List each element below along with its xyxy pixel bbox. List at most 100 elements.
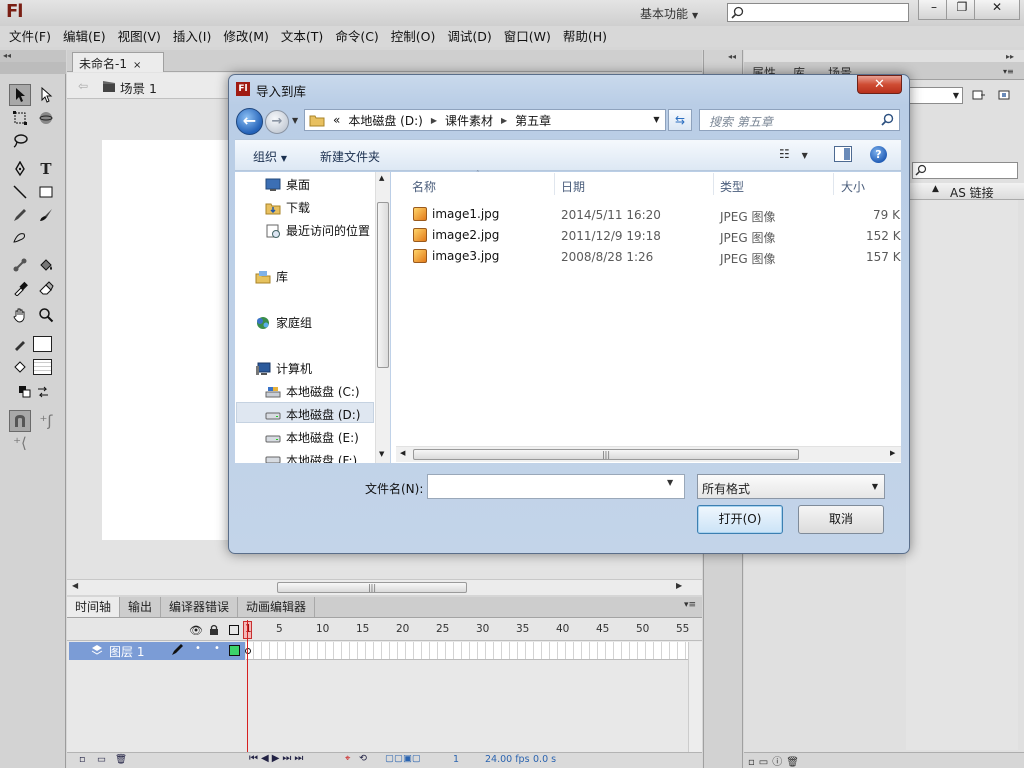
- filename-history-dropdown[interactable]: ▼: [667, 478, 673, 487]
- fill-color-swatch[interactable]: [33, 359, 52, 375]
- menu-control[interactable]: 控制(O): [385, 26, 442, 47]
- pen-tool-icon[interactable]: [9, 158, 31, 180]
- new-folder-icon[interactable]: ▭: [97, 754, 106, 765]
- collapse-panels-icon[interactable]: ◂◂: [728, 52, 736, 61]
- scrollbar-thumb[interactable]: [377, 202, 389, 368]
- brush-tool-icon[interactable]: [35, 204, 57, 226]
- file-row-name[interactable]: image2.jpg: [413, 228, 499, 242]
- paint-bucket-tool-icon[interactable]: [35, 254, 57, 276]
- column-divider[interactable]: [713, 173, 714, 195]
- delete-layer-icon[interactable]: 🗑: [115, 754, 127, 765]
- panel-menu-icon[interactable]: ▾≡: [684, 600, 696, 610]
- library-column-header[interactable]: ▲ AS 链接: [906, 183, 1024, 200]
- refresh-button[interactable]: ⇆: [668, 109, 692, 131]
- file-list-horizontal-scrollbar[interactable]: ◀ ||| ▶: [396, 446, 901, 462]
- text-tool-icon[interactable]: T: [35, 158, 57, 180]
- snap-to-objects-icon[interactable]: [9, 410, 31, 432]
- filename-input[interactable]: [427, 474, 685, 499]
- breadcrumb-separator-icon[interactable]: ▶: [431, 116, 437, 125]
- stroke-color-swatch[interactable]: [33, 336, 52, 352]
- open-button[interactable]: 打开(O): [697, 505, 783, 534]
- hand-tool-icon[interactable]: [9, 304, 31, 326]
- eraser-tool-icon[interactable]: [35, 277, 57, 299]
- nav-item-drive-f[interactable]: 本地磁盘 (F:): [265, 452, 357, 463]
- nav-item-drive-d[interactable]: 本地磁盘 (D:): [265, 406, 360, 423]
- menu-debug[interactable]: 调试(D): [441, 26, 497, 47]
- eye-icon[interactable]: 👁: [189, 624, 203, 637]
- library-footer-icons[interactable]: ▫▭ⓘ🗑: [748, 753, 803, 768]
- straighten-icon[interactable]: ⁺⟨: [9, 432, 31, 454]
- selection-tool-icon[interactable]: [9, 84, 31, 106]
- frames-row[interactable]: [246, 642, 688, 660]
- column-divider[interactable]: [833, 173, 834, 195]
- nav-item-drive-c[interactable]: 本地磁盘 (C:): [265, 383, 360, 400]
- breadcrumb-chapter-five[interactable]: 第五章: [515, 112, 551, 129]
- lock-icon[interactable]: [209, 624, 219, 636]
- smooth-icon[interactable]: ⁺ʃ: [35, 410, 57, 432]
- lock-dot[interactable]: •: [214, 643, 220, 654]
- cancel-button[interactable]: 取消: [798, 505, 884, 534]
- visibility-dot[interactable]: •: [195, 643, 201, 654]
- layer-row[interactable]: 图层 1 • •: [69, 642, 245, 660]
- swap-colors-icon[interactable]: [32, 381, 54, 403]
- layer-color-swatch[interactable]: [229, 645, 240, 656]
- nav-item-downloads[interactable]: 下载: [265, 199, 310, 216]
- tab-timeline[interactable]: 时间轴: [67, 597, 121, 617]
- eyedropper-tool-icon[interactable]: [9, 277, 31, 299]
- as-linkage-header[interactable]: AS 链接: [950, 184, 994, 201]
- library-search-input[interactable]: [912, 162, 1018, 179]
- dialog-close-button[interactable]: ✕: [857, 75, 902, 94]
- recent-locations-dropdown[interactable]: ▼: [292, 116, 298, 125]
- current-frame-readout[interactable]: 1: [453, 754, 459, 765]
- menu-window[interactable]: 窗口(W): [498, 26, 557, 47]
- scroll-right-icon[interactable]: ▶: [676, 581, 682, 590]
- nav-item-libraries[interactable]: 库: [255, 268, 288, 285]
- address-overflow[interactable]: «: [333, 113, 340, 127]
- nav-item-recent-places[interactable]: 最近访问的位置: [265, 222, 370, 239]
- menu-view[interactable]: 视图(V): [112, 26, 167, 47]
- scrollbar-thumb[interactable]: |||: [413, 449, 799, 460]
- menu-text[interactable]: 文本(T): [275, 26, 329, 47]
- stage[interactable]: [102, 140, 232, 540]
- workspace-switcher[interactable]: 基本功能 ▼: [634, 3, 712, 23]
- help-search-input[interactable]: [727, 3, 909, 22]
- fps-readout[interactable]: 24.00 fps: [485, 754, 530, 765]
- tools-grip[interactable]: [0, 62, 66, 74]
- subselection-tool-icon[interactable]: [35, 84, 57, 106]
- fill-color-icon[interactable]: [9, 356, 31, 378]
- column-divider[interactable]: [554, 173, 555, 195]
- bone-tool-icon[interactable]: [9, 254, 31, 276]
- scroll-up-icon[interactable]: ▲: [379, 174, 384, 182]
- navigation-scrollbar[interactable]: ▲ ▼: [375, 172, 390, 463]
- scroll-right-icon[interactable]: ▶: [890, 449, 895, 457]
- blank-keyframe[interactable]: [245, 648, 251, 654]
- close-tab-icon[interactable]: ×: [133, 60, 141, 71]
- center-frame-icon[interactable]: ⌖: [345, 753, 350, 764]
- breadcrumb-separator-icon[interactable]: ▶: [501, 116, 507, 125]
- outline-icon[interactable]: [229, 625, 239, 635]
- scroll-down-icon[interactable]: ▼: [379, 450, 384, 458]
- deco-tool-icon[interactable]: [9, 227, 31, 249]
- expand-panels-icon[interactable]: ▸▸: [1006, 52, 1014, 61]
- nav-item-computer[interactable]: 计算机: [255, 360, 312, 377]
- pencil-tool-icon[interactable]: [9, 204, 31, 226]
- loop-icon[interactable]: ⟲: [359, 753, 367, 764]
- tools-collapse-handle[interactable]: ◂◂: [0, 50, 66, 62]
- rectangle-tool-icon[interactable]: [35, 181, 57, 203]
- zoom-tool-icon[interactable]: [35, 304, 57, 326]
- line-tool-icon[interactable]: [9, 181, 31, 203]
- menu-modify[interactable]: 修改(M): [217, 26, 275, 47]
- change-view-button[interactable]: ☷ ▼: [779, 147, 808, 161]
- column-header-name[interactable]: 名称: [412, 178, 436, 195]
- document-tab[interactable]: 未命名-1 ×: [72, 52, 164, 72]
- new-layer-icon[interactable]: ▫: [79, 754, 85, 765]
- column-header-type[interactable]: 类型: [720, 178, 744, 195]
- menu-edit[interactable]: 编辑(E): [57, 26, 112, 47]
- layer-name[interactable]: 图层 1: [109, 643, 144, 660]
- new-library-icon[interactable]: [998, 89, 1012, 101]
- nav-item-homegroup[interactable]: 家庭组: [255, 314, 312, 331]
- scroll-left-icon[interactable]: ◀: [72, 581, 78, 590]
- breadcrumb-drive-d[interactable]: 本地磁盘 (D:): [348, 112, 422, 129]
- scroll-left-icon[interactable]: ◀: [400, 449, 405, 457]
- back-button[interactable]: ←: [236, 108, 263, 135]
